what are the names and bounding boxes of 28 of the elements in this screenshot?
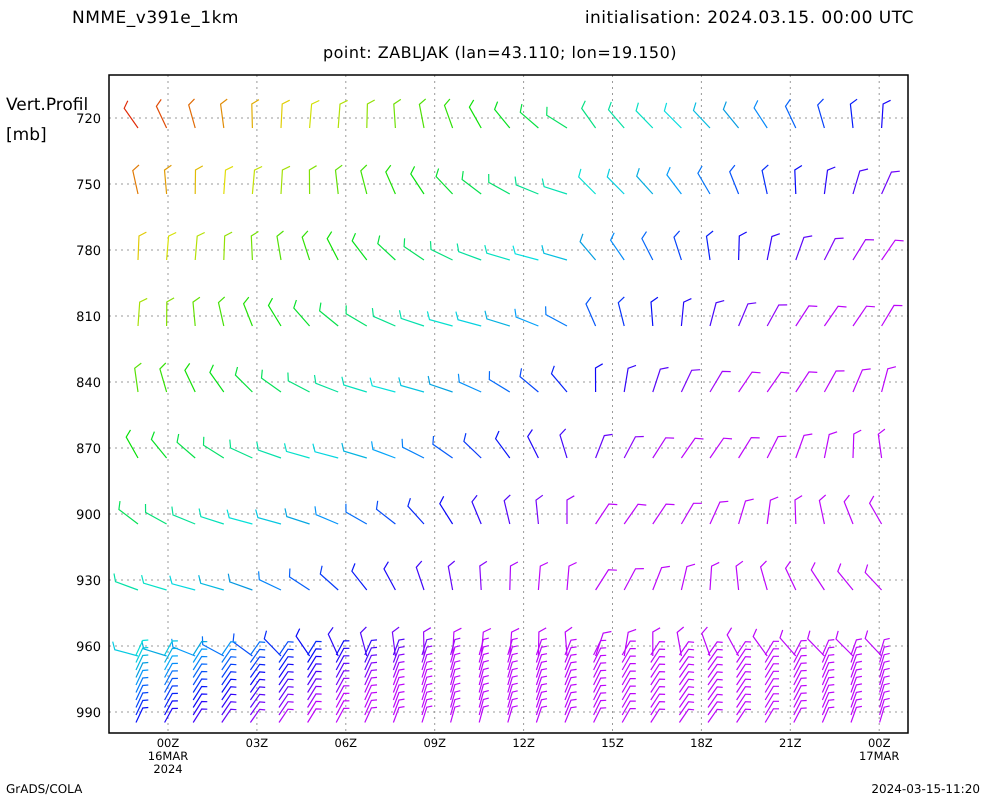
x-tick-label: 17MAR bbox=[859, 749, 900, 763]
footer-timestamp: 2024-03-15-11:20 bbox=[871, 782, 980, 796]
y-tick-label: 900 bbox=[76, 508, 101, 523]
footer-credit: GrADS/COLA bbox=[6, 782, 82, 796]
y-tick-label: 870 bbox=[76, 442, 101, 457]
y-axis-unit: [mb] bbox=[6, 125, 47, 145]
initialisation-time: initialisation: 2024.03.15. 00:00 UTC bbox=[584, 8, 914, 30]
x-tick-label: 06Z bbox=[334, 736, 358, 750]
y-tick-label: 930 bbox=[76, 574, 101, 589]
y-tick-label: 750 bbox=[76, 178, 101, 193]
x-tick-label: 18Z bbox=[690, 736, 713, 750]
x-tick-label: 12Z bbox=[512, 736, 535, 750]
x-tick-label: 21Z bbox=[779, 736, 802, 750]
model-title: NMME_v391e_1km bbox=[72, 8, 239, 30]
y-tick-label: 960 bbox=[76, 640, 101, 655]
x-tick-label: 15Z bbox=[601, 736, 624, 750]
y-tick-label: 990 bbox=[76, 706, 101, 721]
x-tick-label: 00Z bbox=[156, 736, 180, 750]
x-tick-label: 09Z bbox=[423, 736, 446, 750]
y-tick-label: 720 bbox=[76, 112, 101, 127]
y-tick-label: 780 bbox=[76, 244, 101, 259]
y-tick-label: 840 bbox=[76, 376, 101, 391]
y-tick-label: 810 bbox=[76, 310, 101, 325]
x-tick-label: 16MAR bbox=[148, 749, 188, 763]
x-tick-label: 2024 bbox=[153, 762, 183, 776]
x-tick-label: 03Z bbox=[246, 736, 268, 750]
point-title: point: ZABLJAK (lan=43.110; lon=19.150) bbox=[322, 42, 678, 62]
x-tick-label: 00Z bbox=[868, 736, 890, 750]
